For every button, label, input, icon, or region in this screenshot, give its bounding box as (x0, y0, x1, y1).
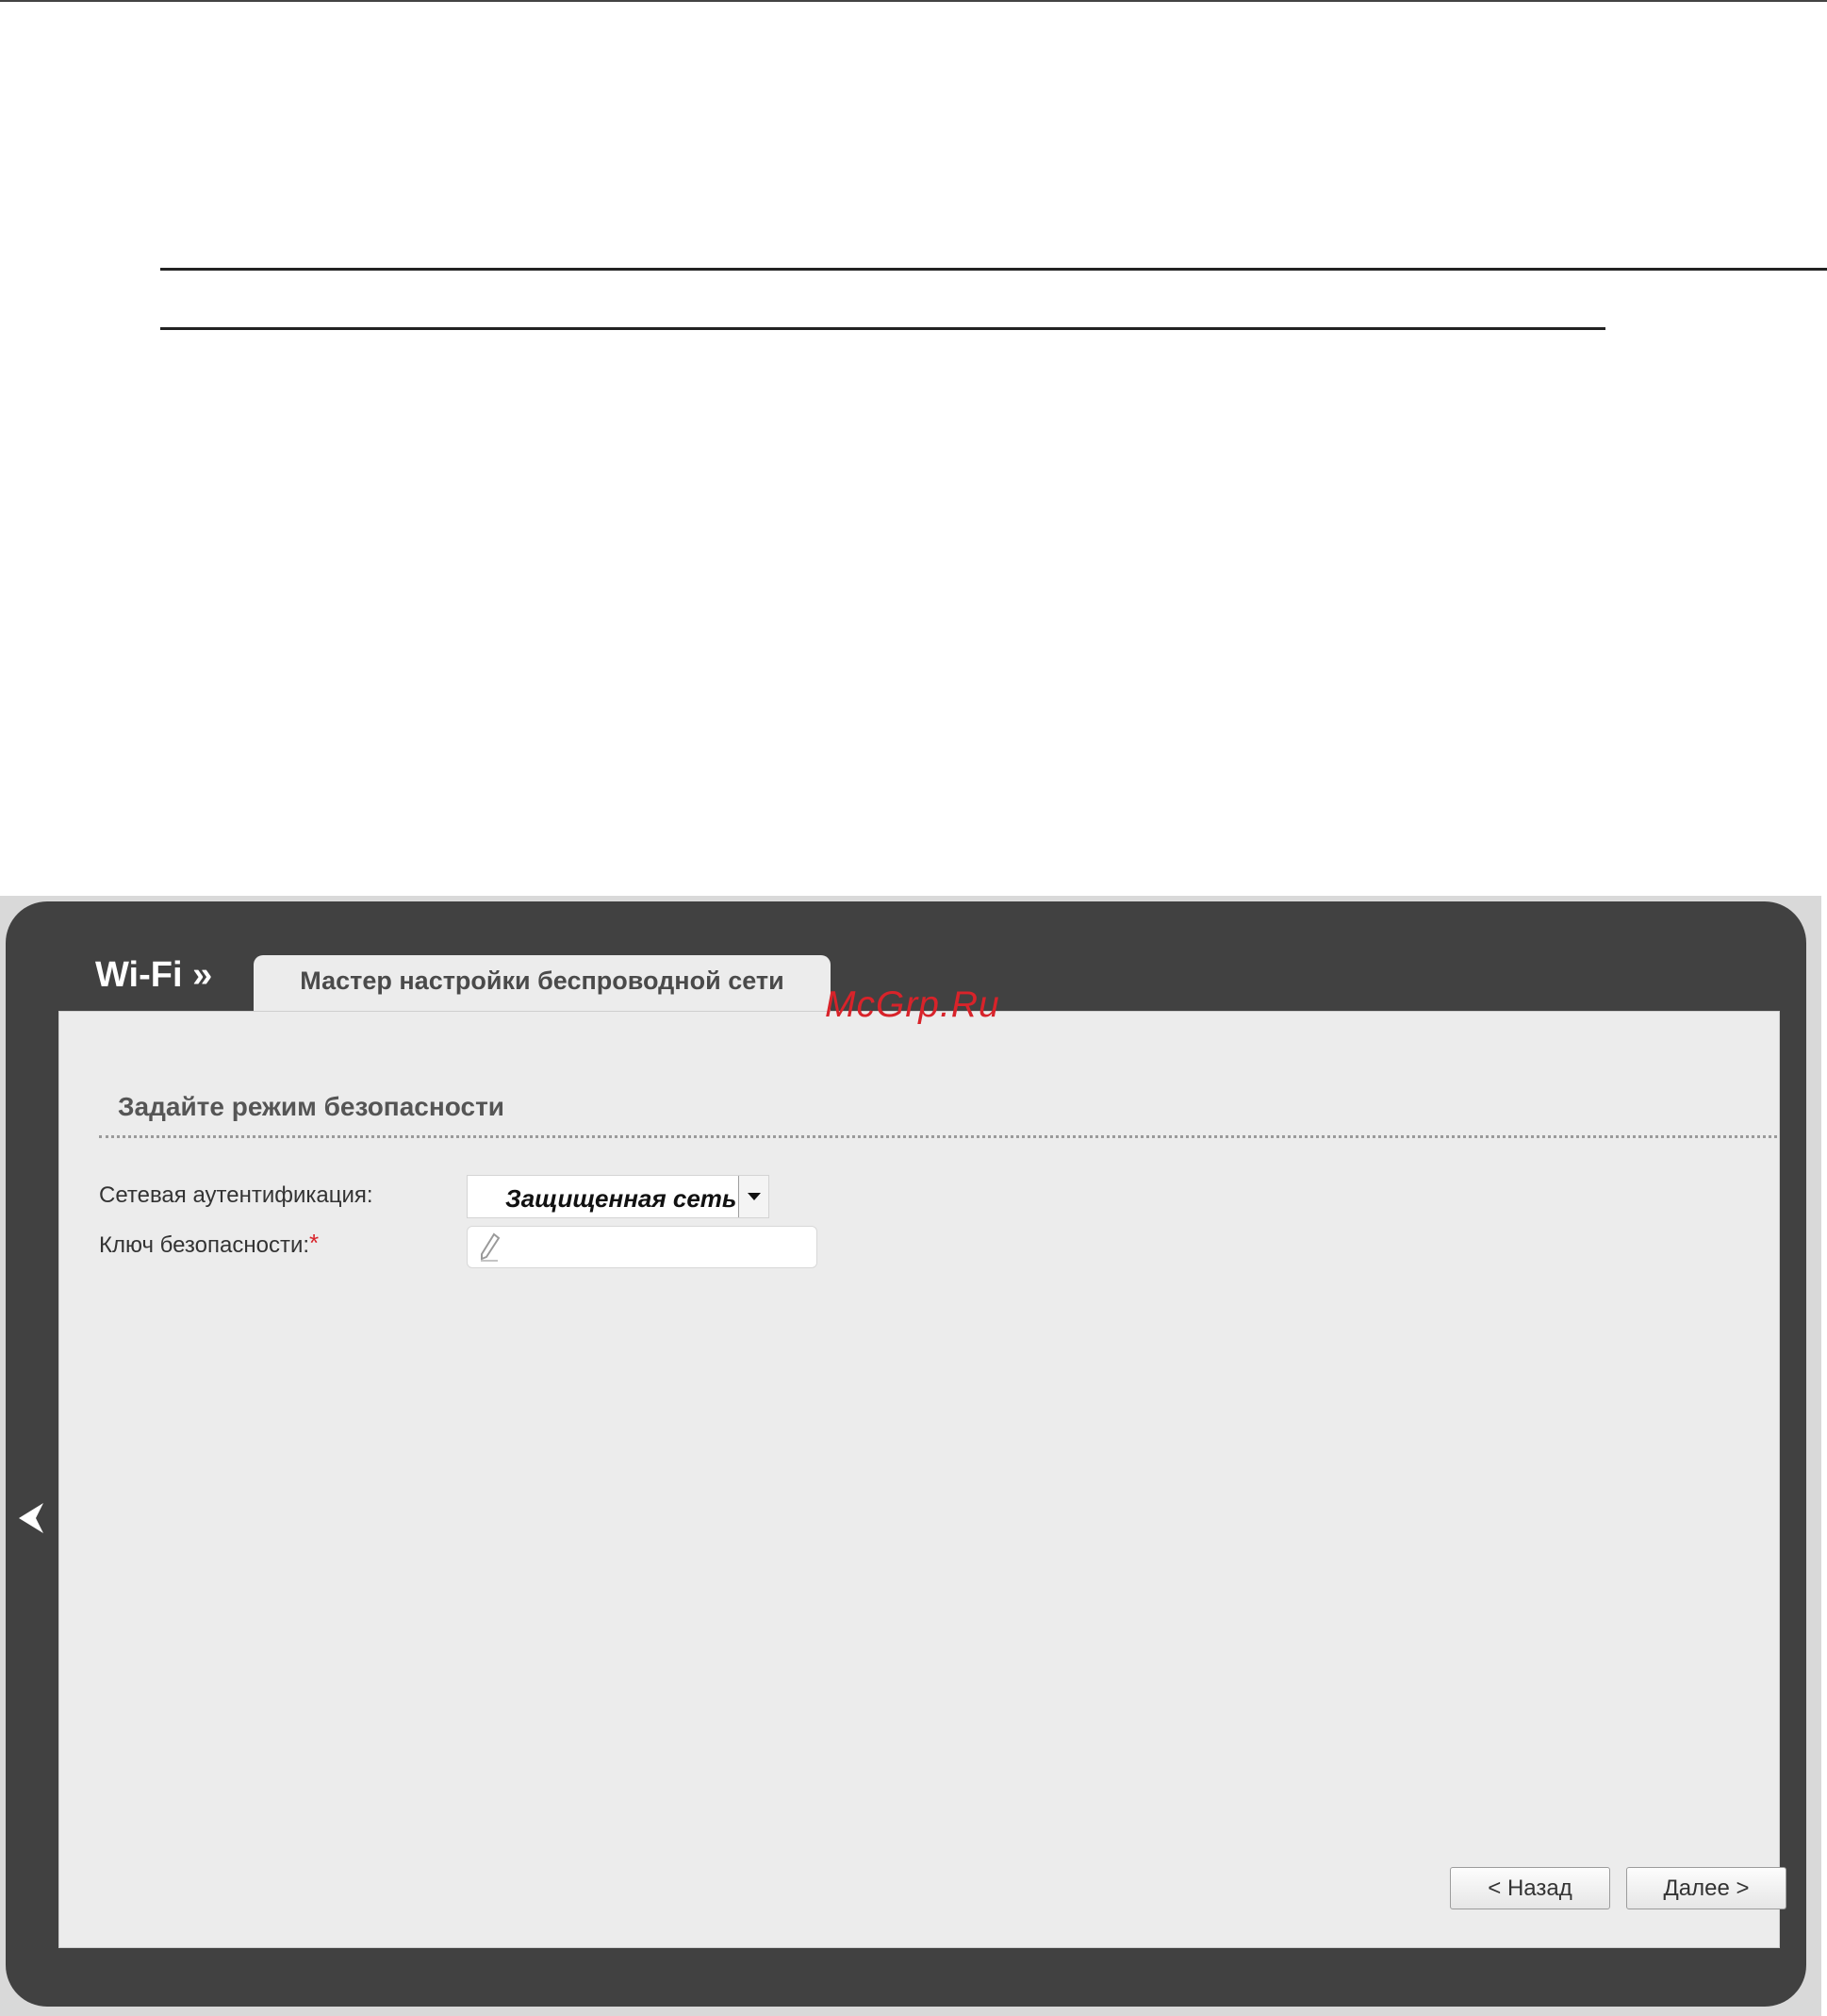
auth-select-value: Защищенная сеть (505, 1184, 737, 1213)
tab-wireless-wizard[interactable]: Мастер настройки беспроводной сети (254, 955, 831, 1012)
security-key-input[interactable] (467, 1226, 817, 1268)
auth-label: Сетевая аутентификация: (99, 1182, 373, 1208)
document-page: Wi-Fi » Мастер настройки беспроводной се… (0, 0, 1827, 2016)
key-label-text: Ключ безопасности: (99, 1232, 310, 1258)
required-mark: * (309, 1229, 320, 1257)
header-rule (160, 268, 1827, 271)
breadcrumb-section[interactable]: Wi-Fi » (95, 955, 212, 996)
content-panel (58, 1011, 1780, 1948)
header-rule-secondary (160, 327, 1605, 330)
key-label: Ключ безопасности:* (99, 1229, 320, 1262)
auth-select[interactable]: Защищенная сеть (467, 1175, 769, 1218)
next-button[interactable]: Далее > (1626, 1867, 1786, 1909)
dotted-divider (99, 1135, 1777, 1138)
caret-down-icon[interactable] (738, 1176, 768, 1217)
chevron-left-icon[interactable] (15, 1499, 47, 1537)
watermark: McGrp.Ru (825, 984, 1000, 1025)
back-button[interactable]: < Назад (1450, 1867, 1610, 1909)
section-title: Задайте режим безопасности (118, 1092, 504, 1121)
top-rule (0, 0, 1827, 2)
